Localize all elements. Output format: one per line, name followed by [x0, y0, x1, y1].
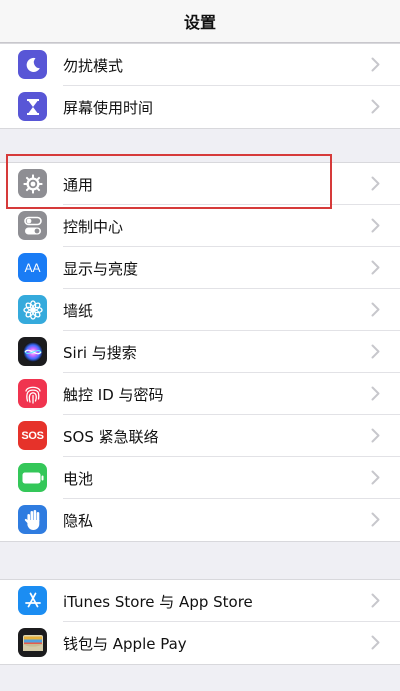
chevron-right-icon — [371, 386, 380, 401]
chevron-right-icon — [371, 57, 380, 72]
settings-group-general: 通用 控制中心 AA 显示与亮度 墙纸 Siri 与搜索 触控 ID 与密码 S… — [0, 162, 400, 542]
settings-row-wallpaper[interactable]: 墙纸 — [0, 289, 400, 331]
settings-row-label: 通用 — [63, 175, 94, 194]
chevron-right-icon — [371, 344, 380, 359]
settings-row-label: 勿扰模式 — [63, 56, 124, 75]
settings-row-label: iTunes Store 与 App Store — [63, 592, 253, 611]
settings-row-label: 屏幕使用时间 — [63, 98, 154, 117]
settings-row-emergency-sos[interactable]: SOS SOS 紧急联络 — [0, 415, 400, 457]
wallet-icon — [18, 628, 47, 657]
chevron-right-icon — [371, 593, 380, 608]
hand-icon — [18, 505, 47, 534]
settings-row-label: 触控 ID 与密码 — [63, 385, 164, 404]
battery-icon — [18, 463, 47, 492]
settings-row-label: SOS 紧急联络 — [63, 427, 159, 446]
settings-row-battery[interactable]: 电池 — [0, 457, 400, 499]
settings-group-focus: 勿扰模式 屏幕使用时间 — [0, 43, 400, 129]
chevron-right-icon — [371, 176, 380, 191]
sos-icon: SOS — [18, 421, 47, 450]
settings-group-stores: iTunes Store 与 App Store 钱包与 Apple Pay — [0, 579, 400, 665]
settings-row-label: 钱包与 Apple Pay — [63, 634, 187, 653]
settings-row-label: 显示与亮度 — [63, 259, 139, 278]
settings-row-label: 墙纸 — [63, 301, 94, 320]
siri-icon — [18, 337, 47, 366]
fingerprint-icon — [18, 379, 47, 408]
page-title: 设置 — [183, 13, 216, 32]
flower-icon — [18, 295, 47, 324]
settings-row-general[interactable]: 通用 — [0, 163, 400, 205]
settings-screen: 设置 勿扰模式 屏幕使用时间 通用 控制中心 AA 显示与亮度 墙纸 Siri … — [0, 0, 400, 691]
settings-row-label: Siri 与搜索 — [63, 343, 137, 362]
chevron-right-icon — [371, 635, 380, 650]
chevron-right-icon — [371, 218, 380, 233]
settings-row-itunes-app-store[interactable]: iTunes Store 与 App Store — [0, 580, 400, 622]
settings-row-siri-search[interactable]: Siri 与搜索 — [0, 331, 400, 373]
settings-row-privacy[interactable]: 隐私 — [0, 499, 400, 541]
settings-row-wallet-apple-pay[interactable]: 钱包与 Apple Pay — [0, 622, 400, 664]
settings-row-label: 电池 — [63, 469, 94, 488]
settings-row-label: 控制中心 — [63, 217, 124, 236]
settings-row-control-center[interactable]: 控制中心 — [0, 205, 400, 247]
settings-row-screen-time[interactable]: 屏幕使用时间 — [0, 86, 400, 128]
settings-row-do-not-disturb[interactable]: 勿扰模式 — [0, 44, 400, 86]
display-aa-icon: AA — [18, 253, 47, 282]
chevron-right-icon — [371, 260, 380, 275]
chevron-right-icon — [371, 470, 380, 485]
chevron-right-icon — [371, 302, 380, 317]
moon-icon — [18, 50, 47, 79]
settings-row-touch-id-passcode[interactable]: 触控 ID 与密码 — [0, 373, 400, 415]
chevron-right-icon — [371, 512, 380, 527]
hourglass-icon — [18, 92, 47, 121]
settings-row-display-brightness[interactable]: AA 显示与亮度 — [0, 247, 400, 289]
navigation-bar: 设置 — [0, 0, 400, 43]
toggles-icon — [18, 211, 47, 240]
chevron-right-icon — [371, 428, 380, 443]
app-store-icon — [18, 586, 47, 615]
settings-row-label: 隐私 — [63, 511, 94, 530]
gear-icon — [18, 169, 47, 198]
chevron-right-icon — [371, 99, 380, 114]
